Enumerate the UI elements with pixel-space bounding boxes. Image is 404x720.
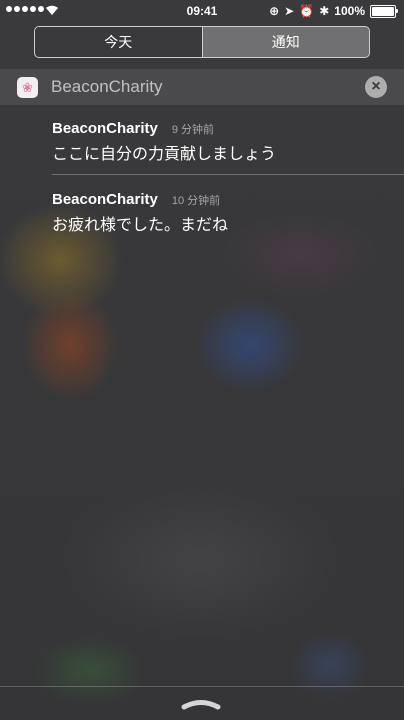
tab-notifications[interactable]: 通知 — [202, 27, 369, 57]
notification-time: 10 分钟前 — [171, 195, 221, 207]
clear-notifications-button[interactable]: × — [365, 76, 387, 98]
notification-item[interactable]: BeaconCharity 9 分钟前 ここに自分の力貢献しましょう — [52, 120, 394, 164]
close-handle-icon[interactable] — [180, 696, 222, 710]
rotation-lock-icon: ⊕ — [269, 4, 280, 18]
beacon-charity-app-icon: ❀ — [17, 77, 38, 98]
notification-time: 9 分钟前 — [171, 124, 215, 136]
notification-message: ここに自分の力貢献しましょう — [52, 144, 277, 163]
notification-item[interactable]: BeaconCharity 10 分钟前 お疲れ様でした。まだね — [52, 191, 394, 235]
notification-message: お疲れ様でした。まだね — [52, 215, 229, 234]
battery-percent: 100% — [334, 4, 365, 18]
alarm-icon: ⏰ — [299, 4, 315, 18]
bluetooth-icon: ✱ — [319, 4, 330, 18]
battery-icon — [370, 4, 398, 18]
notification-title: BeaconCharity — [52, 191, 158, 208]
segmented-control: 今天 通知 — [34, 26, 370, 58]
status-bar: 09:41 ⊕ ➤ ⏰ ✱ 100% — [0, 0, 404, 22]
notification-group-header: ❀ BeaconCharity × — [0, 69, 404, 105]
notification-divider — [52, 174, 404, 175]
location-icon: ➤ — [284, 4, 295, 18]
notification-title: BeaconCharity — [52, 120, 158, 137]
tab-today[interactable]: 今天 — [35, 27, 202, 57]
bottom-divider — [0, 686, 404, 687]
blurred-wallpaper — [0, 0, 404, 720]
close-icon: × — [371, 78, 381, 95]
group-app-name: BeaconCharity — [51, 77, 163, 96]
